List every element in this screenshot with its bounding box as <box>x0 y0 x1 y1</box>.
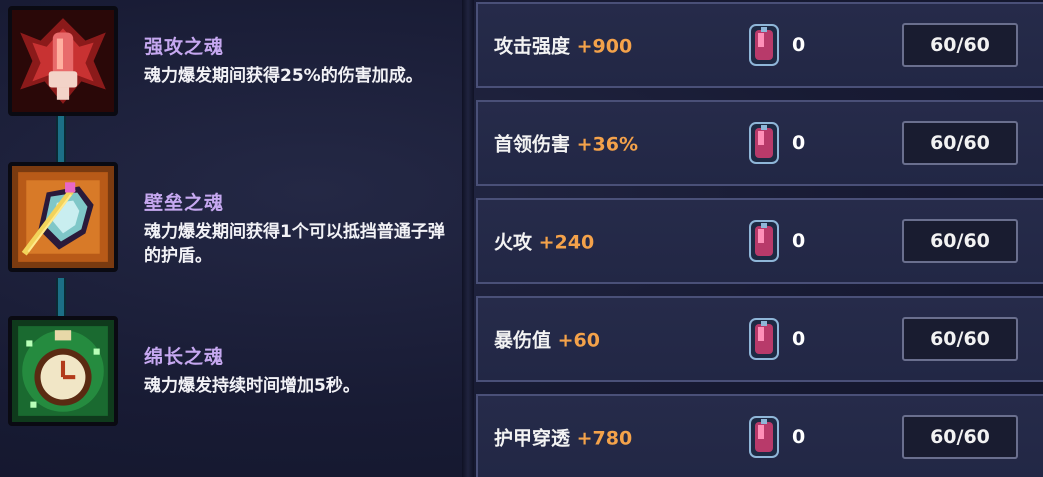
stat-bonus: +60 <box>557 329 601 352</box>
soul-list: 强攻之魂 魂力爆发期间获得25%的伤害加成。 壁垒之魂 魂力爆发期间获得1个可以… <box>0 0 462 477</box>
soul-title: 强攻之魂 <box>144 36 225 58</box>
stat-bonus: +240 <box>538 231 595 254</box>
gem-count: 0 <box>792 34 806 56</box>
stat-name: 火攻 <box>494 231 533 254</box>
soul-title: 壁垒之魂 <box>144 192 225 214</box>
stat-bonus: +900 <box>576 35 633 58</box>
level-indicator: 60/60 <box>902 415 1018 459</box>
gem-icon <box>749 318 779 360</box>
level-indicator: 60/60 <box>902 23 1018 67</box>
soul-item-endurance[interactable]: 绵长之魂 魂力爆发持续时间增加5秒。 <box>8 316 438 436</box>
stat-name: 暴伤值 <box>494 329 552 352</box>
level-indicator: 60/60 <box>902 317 1018 361</box>
stopwatch-soul-icon <box>8 316 118 426</box>
soul-item-strong-attack[interactable]: 强攻之魂 魂力爆发期间获得25%的伤害加成。 <box>8 6 438 126</box>
gem-icon <box>749 416 779 458</box>
stat-label: 火攻 +240 <box>494 228 594 255</box>
shield-soul-icon-graphic <box>12 166 114 268</box>
stat-row[interactable]: 护甲穿透 +780 0 60/60 <box>476 394 1043 477</box>
level-indicator: 60/60 <box>902 121 1018 165</box>
stat-name: 首领伤害 <box>494 133 571 156</box>
gem-count: 0 <box>792 426 806 448</box>
gem-icon <box>749 24 779 66</box>
stopwatch-soul-icon-graphic <box>12 320 114 422</box>
stat-row[interactable]: 暴伤值 +60 0 60/60 <box>476 296 1043 382</box>
soul-upgrade-screen: 强攻之魂 魂力爆发期间获得25%的伤害加成。 壁垒之魂 魂力爆发期间获得1个可以… <box>0 0 1043 477</box>
gem-icon <box>749 122 779 164</box>
soul-description: 魂力爆发期间获得1个可以抵挡普通子弹的护盾。 <box>144 222 445 266</box>
soul-connector <box>56 278 66 318</box>
gem-count: 0 <box>792 230 806 252</box>
fist-soul-icon-graphic <box>12 10 114 112</box>
stat-label: 攻击强度 +900 <box>494 32 632 59</box>
gem-count: 0 <box>792 328 806 350</box>
stat-row[interactable]: 攻击强度 +900 0 60/60 <box>476 2 1043 88</box>
gem-icon <box>749 220 779 262</box>
panel-divider <box>462 0 474 477</box>
stat-name: 攻击强度 <box>494 35 571 58</box>
soul-item-bulwark[interactable]: 壁垒之魂 魂力爆发期间获得1个可以抵挡普通子弹的护盾。 <box>8 162 445 282</box>
shield-soul-icon <box>8 162 118 272</box>
soul-title: 绵长之魂 <box>144 346 225 368</box>
soul-description: 魂力爆发持续时间增加5秒。 <box>144 376 360 396</box>
stat-label: 首领伤害 +36% <box>494 130 638 157</box>
stat-label: 护甲穿透 +780 <box>494 424 632 451</box>
fist-soul-icon <box>8 6 118 116</box>
stat-bonus: +780 <box>576 427 633 450</box>
stat-label: 暴伤值 +60 <box>494 326 600 353</box>
soul-description: 魂力爆发期间获得25%的伤害加成。 <box>144 66 423 86</box>
level-indicator: 60/60 <box>902 219 1018 263</box>
stat-row[interactable]: 首领伤害 +36% 0 60/60 <box>476 100 1043 186</box>
gem-count: 0 <box>792 132 806 154</box>
stat-name: 护甲穿透 <box>494 427 571 450</box>
stats-list: 攻击强度 +900 0 60/60 首领伤害 +36% 0 60/60 火攻 +… <box>474 0 1043 477</box>
stat-bonus: +36% <box>576 133 639 156</box>
stat-row[interactable]: 火攻 +240 0 60/60 <box>476 198 1043 284</box>
